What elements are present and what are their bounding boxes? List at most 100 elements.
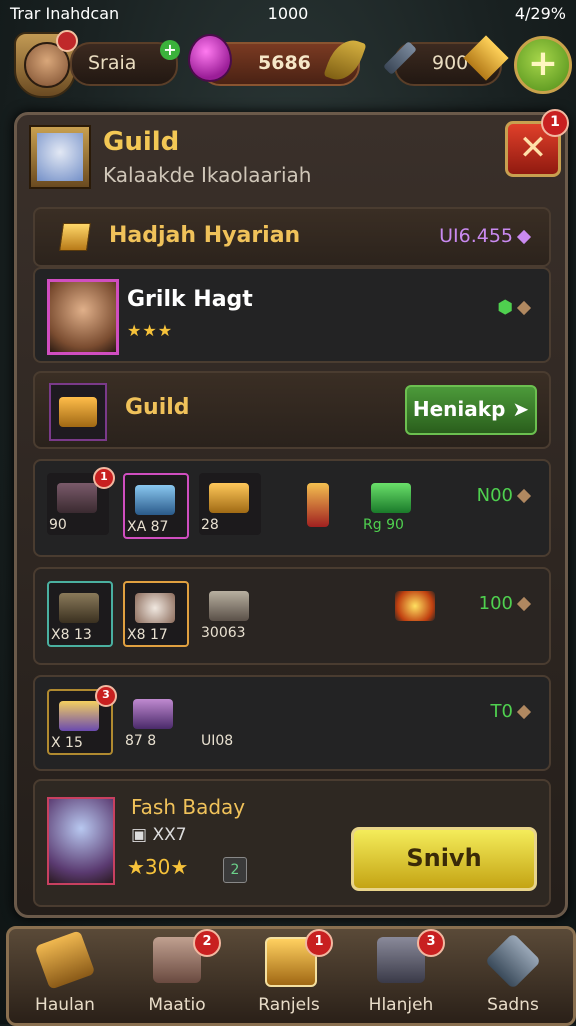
item-slot[interactable]: 30063 bbox=[199, 581, 261, 643]
hammer-icon bbox=[380, 38, 420, 78]
diamond-icon bbox=[516, 229, 532, 245]
item-slot[interactable]: Rg 90 bbox=[361, 473, 423, 535]
item-count: X8 17 bbox=[127, 627, 168, 643]
dagger-icon bbox=[133, 699, 173, 729]
diamond-icon bbox=[516, 300, 532, 316]
item-count: 28 bbox=[201, 517, 219, 533]
item-count: X 15 bbox=[51, 735, 83, 751]
notification-dot: 3 bbox=[95, 685, 117, 707]
chest-icon bbox=[59, 397, 97, 427]
plus-small-icon[interactable]: + bbox=[160, 40, 180, 60]
item-slot[interactable] bbox=[385, 581, 447, 643]
member-portrait bbox=[47, 279, 119, 355]
item-count: UI08 bbox=[201, 733, 234, 749]
bottom-navigation: Haulan 2 Maatio 1 Ranjels 3 Hlanjeh Sadn… bbox=[6, 926, 576, 1026]
featured-stars: ★30★ bbox=[127, 855, 189, 879]
nav-item[interactable]: 2 Maatio bbox=[121, 929, 233, 1023]
member-status-icon: ⬢ bbox=[497, 297, 532, 318]
row-reward: N00 bbox=[477, 485, 532, 506]
item-slot[interactable]: 90 1 bbox=[47, 467, 115, 535]
fire-spark-icon bbox=[395, 591, 435, 621]
item-slot[interactable] bbox=[285, 473, 347, 535]
item-count: 90 bbox=[49, 517, 67, 533]
featured-hero-row: Fash Baday ▣ XX7 ★30★ 2 Snivh bbox=[33, 779, 551, 907]
item-slot[interactable]: XA 87 bbox=[123, 473, 189, 539]
nav-item[interactable]: Haulan bbox=[9, 929, 121, 1023]
status-bar: Trar Inahdcan 1000 4/29% bbox=[0, 0, 576, 28]
player-name: Sraia bbox=[88, 52, 137, 74]
emerald-icon bbox=[371, 483, 411, 513]
battery-text: 4/29% bbox=[514, 4, 566, 23]
crystal-weapon-icon bbox=[135, 485, 175, 515]
panel-subtitle: Kalaakde Ikaolaariah bbox=[103, 163, 312, 187]
currency-value: 900 bbox=[432, 52, 469, 74]
diamond-icon bbox=[516, 704, 532, 720]
nav-item[interactable]: 1 Ranjels bbox=[233, 929, 345, 1023]
nav-label: Ranjels bbox=[258, 995, 320, 1015]
row-reward: T0 bbox=[491, 701, 532, 722]
items-row-3: X 15 3 87 8 UI08 T0 bbox=[33, 675, 551, 771]
small-count-box: 2 bbox=[223, 857, 247, 883]
item-slot[interactable]: X8 13 bbox=[47, 581, 113, 647]
member-row[interactable]: Grilk Hagt ★★★ ⬢ bbox=[33, 267, 551, 363]
guild-header-row[interactable]: Hadjah Hyarian UI6.455 bbox=[33, 207, 551, 267]
item-count: X8 13 bbox=[51, 627, 92, 643]
nav-label: Maatio bbox=[148, 995, 206, 1015]
row-value: UI6.455 bbox=[439, 225, 532, 247]
item-count: 30063 bbox=[201, 625, 246, 641]
panel-title: Guild bbox=[103, 127, 180, 157]
hero-portrait-icon bbox=[135, 593, 175, 623]
featured-sub: ▣ XX7 bbox=[131, 825, 187, 845]
armor-icon bbox=[209, 591, 249, 621]
hero-portrait bbox=[47, 797, 115, 885]
member-name: Grilk Hagt bbox=[127, 287, 253, 312]
golden-helm-icon bbox=[209, 483, 249, 513]
hammer-nav-icon bbox=[34, 930, 96, 990]
nav-item[interactable]: 3 Hlanjeh bbox=[345, 929, 457, 1023]
nav-badge: 1 bbox=[305, 929, 333, 957]
item-slot[interactable]: UI08 bbox=[199, 689, 261, 751]
potion-icon bbox=[307, 483, 329, 527]
close-badge: 1 bbox=[541, 109, 569, 137]
add-resource-button[interactable]: + bbox=[514, 36, 572, 94]
notification-dot: 1 bbox=[93, 467, 115, 489]
gem-box-icon bbox=[59, 701, 99, 731]
row-label: Hadjah Hyarian bbox=[109, 223, 301, 248]
nav-label: Sadns bbox=[487, 995, 539, 1015]
guild-label: Guild bbox=[125, 395, 190, 420]
item-slot[interactable]: 28 bbox=[199, 473, 261, 535]
item-count: XA 87 bbox=[127, 519, 169, 535]
guild-action-button[interactable]: Heniakp ➤ bbox=[405, 385, 537, 435]
gems-value: 5686 bbox=[258, 52, 311, 74]
row-reward: 100 bbox=[479, 593, 532, 614]
item-count: Rg 90 bbox=[363, 517, 404, 533]
item-slot[interactable]: X 15 3 bbox=[47, 685, 117, 755]
purple-gem-icon bbox=[188, 34, 232, 82]
nav-item[interactable]: Sadns bbox=[457, 929, 569, 1023]
player-name-pill[interactable]: Sraia + bbox=[70, 40, 180, 86]
member-stars: ★★★ bbox=[127, 321, 174, 340]
gold-cube-icon bbox=[59, 223, 91, 251]
guild-panel: Guild Kalaakde Ikaolaariah ✕ 1 Hadjah Hy… bbox=[14, 109, 569, 918]
guild-action-row: Guild Heniakp ➤ bbox=[33, 371, 551, 449]
item-slot[interactable]: X8 17 bbox=[123, 581, 189, 647]
diamond-icon bbox=[516, 596, 532, 612]
cannon-icon bbox=[59, 593, 99, 623]
featured-action-button[interactable]: Snivh bbox=[351, 827, 537, 891]
clock-text: 1000 bbox=[267, 4, 309, 23]
guild-icon bbox=[29, 125, 91, 189]
nav-label: Haulan bbox=[35, 995, 95, 1015]
cannon-icon bbox=[57, 483, 97, 513]
nav-label: Hlanjeh bbox=[368, 995, 434, 1015]
item-slot[interactable]: 87 8 bbox=[123, 689, 185, 751]
featured-title: Fash Baday bbox=[131, 795, 246, 819]
item-count: 87 8 bbox=[125, 733, 157, 749]
nav-badge: 3 bbox=[417, 929, 445, 957]
items-row-2: X8 13 X8 17 30063 100 bbox=[33, 567, 551, 665]
diamond-icon bbox=[516, 488, 532, 504]
gear-nav-icon bbox=[484, 932, 542, 990]
nav-badge: 2 bbox=[193, 929, 221, 957]
resource-bar: Sraia + 5686 900 + bbox=[0, 30, 576, 98]
hero-face-icon bbox=[37, 133, 83, 181]
items-row-1: 90 1 XA 87 28 Rg 90 N00 bbox=[33, 459, 551, 557]
